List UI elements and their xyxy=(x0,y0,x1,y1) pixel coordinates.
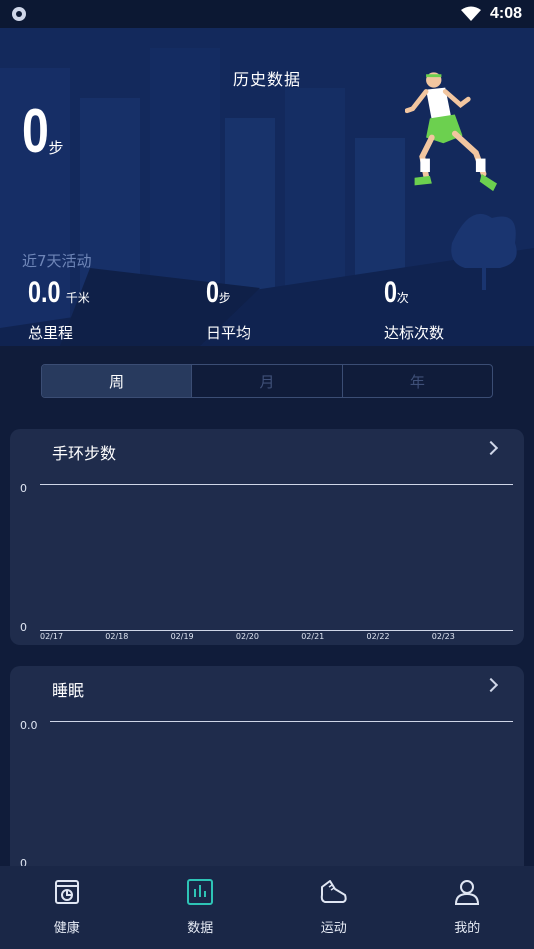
x-tick-label: 02/18 xyxy=(105,632,129,641)
tab-year[interactable]: 年 xyxy=(341,365,492,397)
nav-label: 运动 xyxy=(320,921,347,936)
x-tick-label: 02/17 xyxy=(40,632,64,641)
stat-label: 总里程 xyxy=(28,324,74,342)
nav-exercise[interactable]: 运动 xyxy=(267,866,401,949)
status-time: 4:08 xyxy=(489,5,522,22)
recent-activity-label: 近7天活动 xyxy=(22,252,92,270)
stat-total-distance: 0.0 千米 总里程 xyxy=(28,278,90,343)
stat-label: 日平均 xyxy=(206,324,252,342)
x-tick-label: 02/19 xyxy=(170,632,194,641)
stat-daily-average: 0 步 日平均 xyxy=(206,278,251,343)
gridline-top xyxy=(40,484,513,485)
nav-health[interactable]: 健康 xyxy=(0,866,134,949)
stat-unit: 次 xyxy=(396,291,409,305)
nav-label: 健康 xyxy=(53,921,80,936)
x-tick-label: 02/22 xyxy=(366,632,390,641)
y-axis-top-label: 0 xyxy=(20,482,27,495)
nav-data[interactable]: 数据 xyxy=(134,866,268,949)
wifi-icon xyxy=(460,6,481,21)
shield-icon xyxy=(12,7,26,21)
stat-goal-count: 0 次 达标次数 xyxy=(384,278,444,343)
stat-value: 0 xyxy=(206,276,220,309)
status-bar: 4:08 xyxy=(0,0,534,28)
x-tick-label: 02/20 xyxy=(235,632,259,641)
card-title: 手环步数 xyxy=(52,444,117,463)
chevron-right-icon[interactable] xyxy=(483,677,499,693)
gridline-top xyxy=(50,721,513,722)
x-tick-label: 02/21 xyxy=(301,632,325,641)
stats-row: 0.0 千米 总里程 0 步 日平均 0 次 达标次数 xyxy=(0,278,534,348)
chevron-right-icon[interactable] xyxy=(483,440,499,456)
total-steps: 0 步 xyxy=(22,97,64,166)
page-title: 历史数据 xyxy=(232,70,301,89)
y-axis-top-label: 0.0 xyxy=(20,719,38,732)
nav-label: 数据 xyxy=(187,921,214,936)
bar-chart-icon xyxy=(187,879,214,905)
x-tick-label: 02/23 xyxy=(431,632,455,641)
user-icon xyxy=(455,880,480,905)
steps-value: 0 xyxy=(22,97,49,166)
stat-unit: 步 xyxy=(218,291,231,305)
stat-unit: 千米 xyxy=(65,291,90,305)
bottom-nav: 健康 数据 运动 我的 xyxy=(0,866,534,949)
card-title: 睡眠 xyxy=(52,681,85,700)
period-selector: 周 月 年 xyxy=(41,364,493,398)
tab-week[interactable]: 周 xyxy=(42,365,192,397)
y-axis-bottom-label: 0 xyxy=(20,621,27,634)
nav-profile[interactable]: 我的 xyxy=(401,866,534,949)
sneaker-icon xyxy=(320,880,347,903)
tab-month[interactable]: 月 xyxy=(191,365,341,397)
stat-label: 达标次数 xyxy=(384,324,445,342)
stat-value: 0.0 xyxy=(28,276,61,309)
health-report-icon xyxy=(54,880,79,904)
nav-label: 我的 xyxy=(454,921,481,936)
steps-chart-card[interactable]: 手环步数 0 0 02/17 02/18 02/19 02/20 02/21 02/22 0… xyxy=(10,429,524,645)
steps-unit: 步 xyxy=(48,139,64,157)
gridline-bottom xyxy=(40,630,513,631)
runner-illustration xyxy=(405,72,497,192)
stat-value: 0 xyxy=(384,276,398,309)
